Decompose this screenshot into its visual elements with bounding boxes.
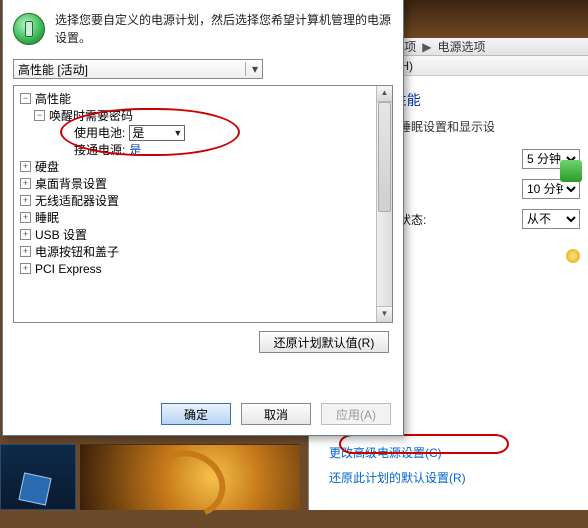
battery-icon <box>560 160 582 182</box>
tree-label: 睡眠 <box>35 209 59 226</box>
tree-label: 高性能 <box>35 90 71 107</box>
dialog-buttons: 确定 取消 应用(A) <box>161 403 391 425</box>
tree-item-wake-password[interactable]: − 唤醒时需要密码 <box>20 107 392 124</box>
link-restore-defaults[interactable]: 还原此计划的默认设置(R) <box>329 469 580 486</box>
plan-dropdown-value: 高性能 [活动] <box>18 61 88 78</box>
dialog-header: 选择您要自定义的电源计划，然后选择您希望计算机管理的电源设置。 <box>3 7 403 55</box>
dialog-description: 选择您要自定义的电源计划，然后选择您希望计算机管理的电源设置。 <box>55 11 393 47</box>
collapse-icon[interactable]: − <box>20 93 31 104</box>
tree-item-pci[interactable]: + PCI Express <box>20 260 392 277</box>
scrollbar[interactable]: ▲ ▼ <box>376 86 392 322</box>
tree-label: 唤醒时需要密码 <box>49 107 133 124</box>
link-advanced-power[interactable]: 更改高级电源设置(C) <box>329 444 580 461</box>
bottom-links: 更改高级电源设置(C) 还原此计划的默认设置(R) <box>329 436 580 494</box>
expand-icon[interactable]: + <box>20 212 31 223</box>
restore-row: 还原计划默认值(R) <box>3 331 389 353</box>
expand-icon[interactable]: + <box>20 263 31 274</box>
breadcrumb-item[interactable]: 电源选项 <box>437 38 485 55</box>
expand-icon[interactable]: + <box>20 246 31 257</box>
tree-label: 桌面背景设置 <box>35 175 107 192</box>
tree-label: 接通电源: <box>74 141 125 158</box>
turn-off-display-select[interactable]: 10 分钟 <box>522 179 580 199</box>
tree-item-power-buttons[interactable]: + 电源按钮和盖子 <box>20 243 392 260</box>
tree-item-usb[interactable]: + USB 设置 <box>20 226 392 243</box>
plan-select-row: 高性能 [活动] ▾ <box>13 59 393 79</box>
tree-label: 硬盘 <box>35 158 59 175</box>
tree-item-hdd[interactable]: + 硬盘 <box>20 158 392 175</box>
on-battery-dropdown[interactable]: 是 ▼ <box>129 125 185 141</box>
tree-label: PCI Express <box>35 262 102 276</box>
expand-icon[interactable]: + <box>20 195 31 206</box>
cancel-button[interactable]: 取消 <box>241 403 311 425</box>
scroll-up-button[interactable]: ▲ <box>377 86 392 102</box>
settings-tree: − 高性能 − 唤醒时需要密码 使用电池: 是 ▼ 接通电源: 是 + 硬盘 <box>13 85 393 323</box>
tree-item-plugged-in[interactable]: 接通电源: 是 <box>20 141 392 158</box>
apply-button[interactable]: 应用(A) <box>321 403 391 425</box>
scroll-down-button[interactable]: ▼ <box>377 306 392 322</box>
chevron-down-icon: ▼ <box>173 128 182 138</box>
restore-defaults-button[interactable]: 还原计划默认值(R) <box>259 331 389 353</box>
background-artwork <box>80 444 300 510</box>
tree-label: 使用电池: <box>74 124 125 141</box>
tree-label: 电源按钮和盖子 <box>35 243 119 260</box>
scroll-thumb[interactable] <box>378 102 391 212</box>
expand-icon[interactable]: + <box>20 229 31 240</box>
tree-item-on-battery[interactable]: 使用电池: 是 ▼ <box>20 124 392 141</box>
ok-button[interactable]: 确定 <box>161 403 231 425</box>
expand-icon[interactable]: + <box>20 161 31 172</box>
chevron-down-icon: ▾ <box>245 62 258 76</box>
app-icon <box>18 472 51 505</box>
expand-icon[interactable]: + <box>20 178 31 189</box>
tree-label: USB 设置 <box>35 226 87 243</box>
tree-item-desktop-bg[interactable]: + 桌面背景设置 <box>20 175 392 192</box>
sleep-select[interactable]: 从不 <box>522 209 580 229</box>
dropdown-value: 是 <box>132 124 144 141</box>
taskbar-tile <box>0 444 76 510</box>
tree-item-root[interactable]: − 高性能 <box>20 90 392 107</box>
tree-item-sleep[interactable]: + 睡眠 <box>20 209 392 226</box>
tree-label: 无线适配器设置 <box>35 192 119 209</box>
sun-icon <box>566 249 580 263</box>
power-options-dialog: 选择您要自定义的电源计划，然后选择您希望计算机管理的电源设置。 高性能 [活动]… <box>2 0 404 436</box>
power-plan-icon <box>13 13 45 45</box>
collapse-icon[interactable]: − <box>34 110 45 121</box>
plan-dropdown[interactable]: 高性能 [活动] ▾ <box>13 59 263 79</box>
tree-item-wireless[interactable]: + 无线适配器设置 <box>20 192 392 209</box>
plugged-in-value[interactable]: 是 <box>129 141 141 158</box>
chevron-right-icon: ▶ <box>422 40 431 54</box>
